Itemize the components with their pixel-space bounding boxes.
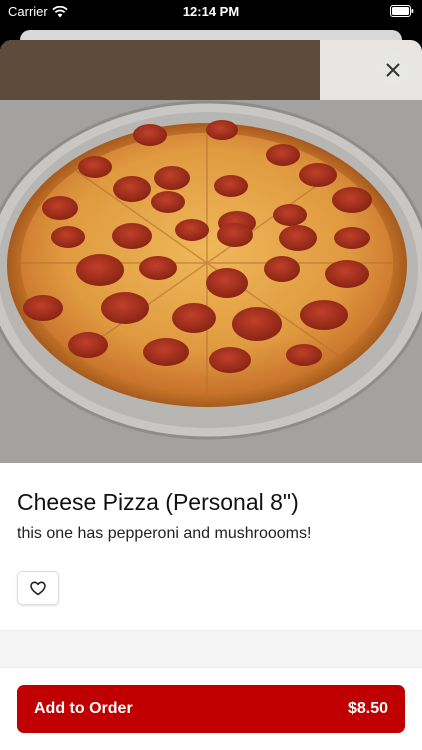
favorite-button[interactable]: [17, 571, 59, 605]
item-detail-sheet: Cheese Pizza (Personal 8") this one has …: [0, 40, 422, 750]
status-bar: Carrier 12:14 PM: [0, 0, 422, 26]
status-time: 12:14 PM: [182, 4, 240, 19]
add-to-order-button[interactable]: Add to Order $8.50: [17, 685, 405, 733]
item-title: Cheese Pizza (Personal 8"): [17, 489, 299, 515]
section-divider: [0, 630, 422, 668]
pizza-illustration: [0, 40, 422, 463]
heart-outline-icon: [30, 581, 46, 595]
close-icon: [386, 63, 400, 77]
item-price: $8.50: [347, 700, 388, 717]
close-button[interactable]: [376, 53, 410, 87]
add-to-order-label: Add to Order: [34, 700, 133, 717]
battery-icon: [390, 5, 414, 20]
item-photo: [0, 40, 422, 463]
item-description: this one has pepperoni and mushroooms!: [17, 525, 312, 542]
